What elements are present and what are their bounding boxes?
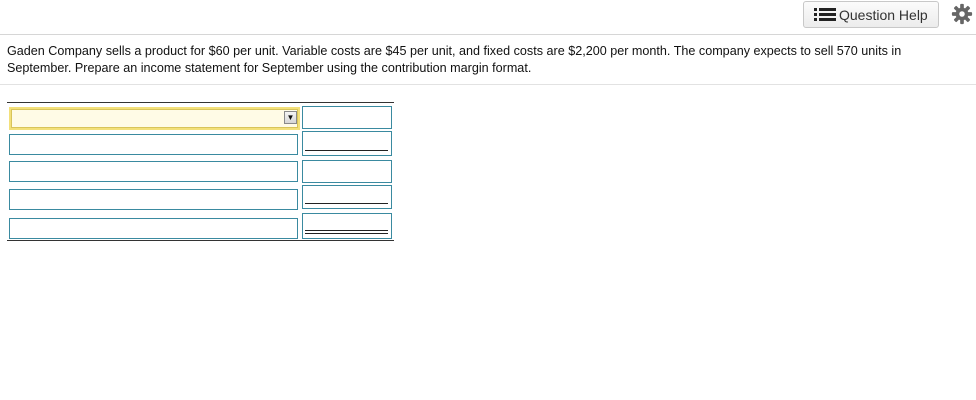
total-double-underline-bottom xyxy=(305,233,388,234)
top-toolbar: Question Help xyxy=(0,0,976,35)
line-item-select[interactable]: ▼ xyxy=(9,107,300,130)
list-icon xyxy=(814,7,836,21)
subtotal-underline xyxy=(305,203,388,204)
line-item-input[interactable] xyxy=(9,134,298,155)
amount-input[interactable] xyxy=(302,106,392,129)
amount-input[interactable] xyxy=(302,131,392,156)
total-double-underline-top xyxy=(305,230,388,231)
statement-bottom-rule xyxy=(7,240,394,241)
amount-input[interactable] xyxy=(302,160,392,183)
line-item-input[interactable] xyxy=(9,161,298,182)
chevron-down-icon[interactable]: ▼ xyxy=(284,111,297,124)
subtotal-underline xyxy=(305,150,388,151)
amount-input[interactable] xyxy=(302,213,392,239)
line-item-input[interactable] xyxy=(9,189,298,210)
statement-top-rule xyxy=(7,102,394,103)
gear-icon[interactable] xyxy=(951,3,973,25)
question-text: Gaden Company sells a product for $60 pe… xyxy=(7,44,902,75)
line-item-input[interactable] xyxy=(9,218,298,239)
divider xyxy=(0,84,976,85)
question-help-button[interactable]: Question Help xyxy=(803,1,939,28)
amount-input[interactable] xyxy=(302,185,392,209)
question-help-label: Question Help xyxy=(839,6,928,23)
